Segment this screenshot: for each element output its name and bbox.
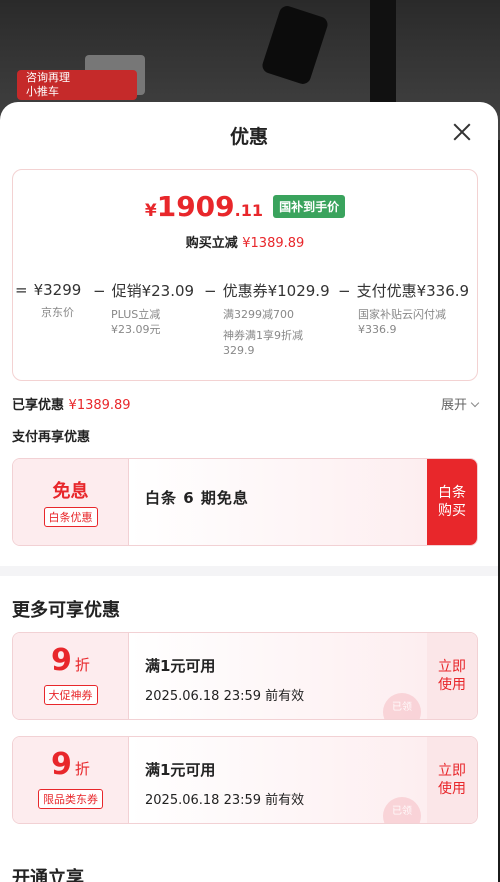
final-price: ¥1909.11 (145, 190, 263, 223)
breakdown-sub: 国家补贴云闪付减 ¥336.9 (358, 307, 469, 337)
coupon-validity: 2025.06.18 23:59 前有效 (145, 689, 305, 704)
coupon-discount-unit: 折 (74, 656, 90, 674)
coupon-body: 满1元可用 2025.06.18 23:59 前有效 已领 (129, 633, 427, 719)
price-integer: 1909 (156, 190, 235, 223)
discount-sheet: 优惠 ¥1909.11 国补到手价 购买立减 ¥1389.89 = ¥3299 京… (0, 102, 498, 882)
action-line1: 白条 (438, 485, 466, 501)
price-card: ¥1909.11 国补到手价 购买立减 ¥1389.89 = ¥3299 京东价 … (12, 169, 478, 381)
coupon-discount-number: 9 (51, 643, 72, 678)
action-line2: 购买 (438, 503, 466, 519)
breakdown-item-payment: − 支付优惠¥336.9 国家补贴云闪付减 ¥336.9 (338, 280, 469, 337)
sheet-title: 优惠 (229, 126, 268, 148)
price-row: ¥1909.11 国补到手价 (13, 190, 477, 223)
close-icon[interactable] (450, 120, 474, 144)
breakdown-item-coupon: − 优惠券¥1029.9 满3299减700 神券满1享9折减 329.9 (204, 280, 330, 358)
coupon-discount-unit: 折 (74, 760, 90, 778)
breakdown-amount: ¥3299 (33, 281, 82, 299)
pay-section-title: 支付再享优惠 (12, 430, 91, 445)
background-tag-line1: 咨询再理 (26, 71, 70, 84)
coupon-text: 白条 6 期免息 (145, 489, 249, 507)
coupon-big-label: 免息 (52, 481, 89, 502)
coupon-tag: 限品类东券 (38, 789, 103, 809)
breakdown-sub-line3: 329.9 (223, 344, 255, 357)
coupon-body: 白条 6 期免息 (129, 459, 427, 545)
breakdown-sub: 京东价 (41, 306, 74, 319)
action-line1: 立即 (438, 659, 466, 675)
price-currency: ¥ (144, 201, 157, 221)
breakdown-amount: 优惠券¥1029.9 (222, 282, 330, 300)
background-vacuum (260, 3, 330, 87)
enjoyed-discount: 已享优惠 ¥1389.89 (12, 394, 131, 413)
reduce-value: ¥1389.89 (242, 236, 305, 251)
breakdown-operator: = (15, 281, 28, 299)
baitiao-coupon: 免息 白条优惠 白条 6 期免息 白条 购买 (12, 458, 478, 546)
breakdown-operator: − (93, 282, 106, 300)
breakdown-operator: − (204, 282, 217, 300)
breakdown-item-base: = ¥3299 京东价 (15, 280, 81, 320)
enjoyed-value: ¥1389.89 (68, 398, 131, 413)
action-line1: 立即 (438, 763, 466, 779)
price-decimal: .11 (234, 201, 263, 220)
breakdown-sub: 满3299减700 神券满1享9折减 329.9 (223, 307, 330, 358)
breakdown-sub: PLUS立减 ¥23.09元 (111, 307, 194, 337)
price-breakdown: = ¥3299 京东价 − 促销¥23.09 PLUS立减 ¥23.09元 − 优惠券… (13, 280, 477, 370)
coupon-left: 免息 白条优惠 (13, 459, 129, 545)
coupon-card: 9折 限品类东券 满1元可用 2025.06.18 23:59 前有效 已领 立… (12, 736, 478, 824)
claimed-stamp: 已领 (383, 693, 421, 719)
action-line2: 使用 (438, 677, 466, 693)
breakdown-sub-line2: ¥336.9 (358, 323, 397, 336)
expand-button[interactable]: 展开 (440, 394, 480, 413)
breakdown-amount: 促销¥23.09 (111, 282, 195, 300)
breakdown-amount: 支付优惠¥336.9 (356, 282, 470, 300)
coupon-condition: 满1元可用 (145, 657, 216, 675)
coupon-validity: 2025.06.18 23:59 前有效 (145, 793, 305, 808)
background-tag-line2: 小推车 (26, 85, 59, 98)
coupon-body: 满1元可用 2025.06.18 23:59 前有效 已领 (129, 737, 427, 823)
breakdown-operator: − (338, 282, 351, 300)
coupon-tag: 大促神券 (43, 685, 98, 705)
breakdown-sub-line2: ¥23.09元 (111, 323, 161, 336)
subsidy-badge: 国补到手价 (273, 195, 346, 218)
breakdown-sub-line1: PLUS立减 (111, 308, 161, 321)
next-section-title: 开通立享 (12, 868, 84, 882)
reduce-label: 购买立减 (185, 236, 238, 251)
breakdown-sub-line1: 满3299减700 (223, 308, 294, 321)
breakdown-sub-line1: 国家补贴云闪付减 (358, 308, 446, 321)
coupon-card: 9折 大促神券 满1元可用 2025.06.18 23:59 前有效 已领 立即… (12, 632, 478, 720)
coupon-discount: 9折 (13, 749, 128, 785)
use-now-button[interactable]: 立即 使用 (427, 737, 477, 823)
enjoyed-label: 已享优惠 (12, 398, 65, 413)
more-section-title: 更多可享优惠 (12, 600, 120, 621)
breakdown-item-promo: − 促销¥23.09 PLUS立减 ¥23.09元 (93, 280, 194, 337)
breakdown-sub-line2: 神券满1享9折减 (223, 329, 303, 342)
background-tag: 咨询再理 小推车 (17, 70, 137, 100)
coupon-discount: 9折 (13, 645, 128, 681)
action-line2: 使用 (438, 781, 466, 797)
coupon-tag: 白条优惠 (43, 507, 98, 527)
section-divider (0, 566, 498, 576)
use-now-button[interactable]: 立即 使用 (427, 633, 477, 719)
expand-label: 展开 (440, 398, 467, 413)
reduce-line: 购买立减 ¥1389.89 (13, 232, 477, 251)
coupon-left: 9折 大促神券 (13, 633, 129, 719)
chevron-down-icon (470, 398, 480, 408)
claimed-stamp: 已领 (383, 797, 421, 823)
baitiao-buy-button[interactable]: 白条 购买 (427, 459, 477, 545)
coupon-left: 9折 限品类东券 (13, 737, 129, 823)
coupon-discount-number: 9 (51, 747, 72, 782)
coupon-condition: 满1元可用 (145, 761, 216, 779)
